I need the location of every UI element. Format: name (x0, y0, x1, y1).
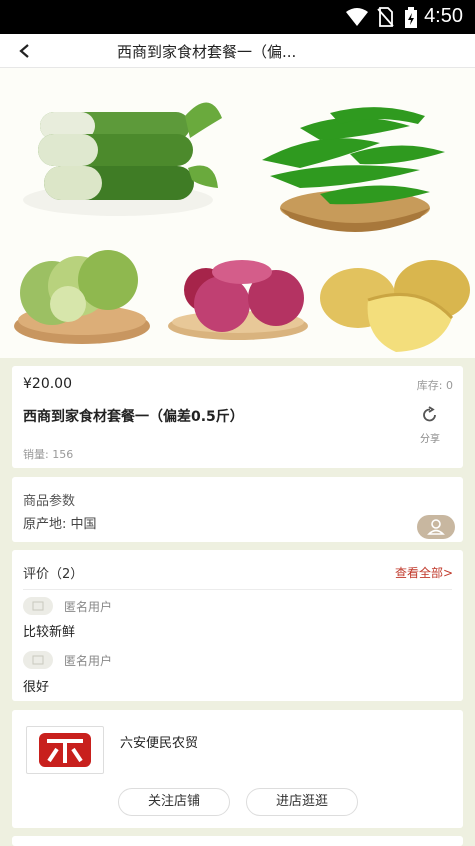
reviews-card: 评价（2） 查看全部> 匿名用户 比较新鲜 匿名用户 很好 (12, 550, 463, 701)
top-nav-bar: 西商到家食材套餐一（偏... (0, 34, 475, 68)
customer-service-icon (427, 519, 445, 535)
see-all-reviews-link[interactable]: 查看全部> (395, 564, 453, 581)
shop-logo[interactable] (26, 726, 104, 774)
product-params-card: 商品参数 原产地: 中国 (12, 477, 463, 542)
sales-count: 销量: 156 (23, 448, 74, 461)
chevron-left-icon (19, 44, 29, 58)
image-placeholder-icon (32, 655, 44, 665)
customer-service-button[interactable] (417, 515, 455, 539)
vegetables-image (0, 68, 475, 358)
review-user: 匿名用户 (64, 654, 113, 668)
product-title: 西商到家食材套餐一（偏差0.5斤） (23, 409, 244, 425)
status-bar: 4:50 (0, 0, 475, 34)
origin-param: 原产地: 中国 (23, 517, 97, 532)
shop-name: 六安便民农贸 (120, 736, 199, 751)
no-sim-icon (377, 7, 394, 27)
product-info-card: ¥20.00 库存: 0 西商到家食材套餐一（偏差0.5斤） 分享 销量: 15… (12, 366, 463, 468)
review-text: 很好 (23, 680, 50, 695)
next-card-edge (12, 836, 463, 846)
share-button[interactable]: 分享 (413, 406, 447, 445)
divider (23, 589, 452, 590)
avatar (23, 597, 53, 615)
params-title: 商品参数 (23, 494, 76, 509)
avatar (23, 651, 53, 669)
follow-shop-button[interactable]: 关注店铺 (118, 788, 230, 816)
product-image[interactable] (0, 68, 475, 358)
share-label: 分享 (420, 434, 440, 445)
review-user: 匿名用户 (64, 600, 113, 614)
review-text: 比较新鲜 (23, 625, 76, 640)
stock-count: 库存: 0 (416, 379, 453, 392)
battery-icon (405, 7, 417, 28)
shop-card: 六安便民农贸 关注店铺 进店逛逛 (12, 710, 463, 828)
enter-shop-button[interactable]: 进店逛逛 (246, 788, 358, 816)
product-price: ¥20.00 (23, 376, 72, 392)
reviews-title: 评价（2） (23, 567, 84, 582)
page-title: 西商到家食材套餐一（偏... (117, 43, 297, 61)
wifi-icon (346, 8, 368, 26)
back-button[interactable] (10, 37, 40, 65)
shop-logo-icon (39, 733, 91, 767)
share-icon (423, 406, 436, 422)
clock: 4:50 (424, 5, 463, 27)
image-placeholder-icon (32, 601, 44, 611)
